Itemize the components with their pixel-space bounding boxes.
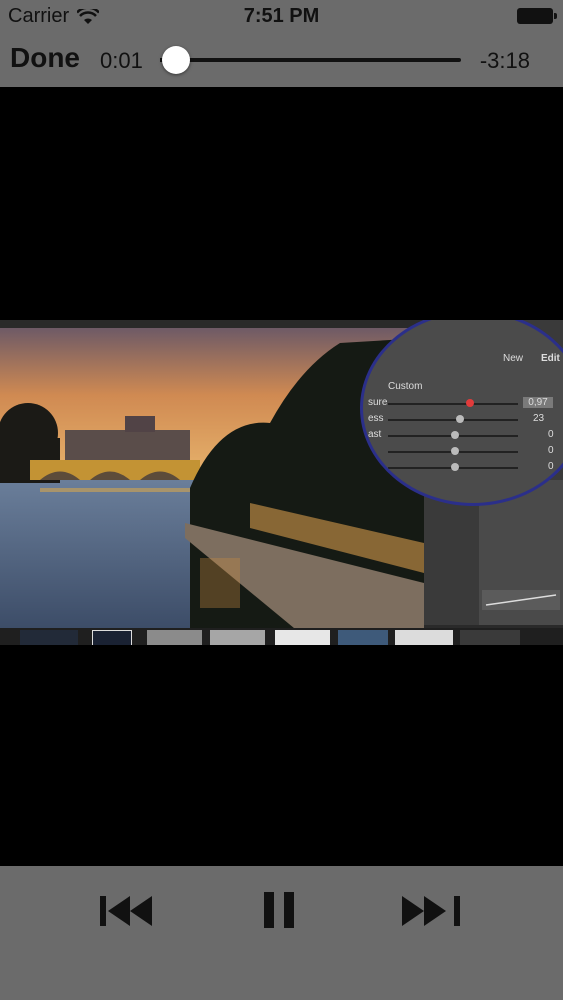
scrubber-thumb[interactable] [162, 46, 190, 74]
slider-label-2: ast [368, 429, 382, 440]
slider-value-0: 0,97 [523, 397, 553, 408]
clock: 7:51 PM [243, 5, 320, 27]
preset-label: Custom [388, 381, 423, 392]
film-thumb [395, 630, 453, 645]
pause-icon[interactable] [262, 892, 296, 928]
new-label: New [503, 353, 524, 364]
slider-knob-1[interactable] [456, 415, 464, 423]
slider-value-2: 0 [548, 429, 554, 440]
transport-bar [0, 866, 563, 1000]
film-thumb [275, 630, 330, 645]
film-thumb [338, 630, 388, 645]
slider-track-1[interactable] [388, 419, 518, 421]
slider-knob-0[interactable] [466, 399, 474, 407]
elapsed-time: 0:01 [100, 48, 143, 73]
slider-value-3: 0 [548, 445, 554, 456]
done-button[interactable]: Done [10, 42, 80, 74]
playback-header: Done 0:01 -3:18 [0, 34, 563, 87]
slider-value-4: 0 [548, 461, 554, 472]
slider-value-1: 23 [533, 413, 545, 424]
top-bar: Carrier 7:51 PM Done 0:01 -3:18 [0, 0, 563, 87]
slider-label-1: ess [368, 413, 384, 424]
paris-river-image [0, 328, 424, 633]
progress-track[interactable] [176, 58, 461, 62]
slider-track-0[interactable] [388, 403, 518, 405]
slider-knob-3[interactable] [451, 447, 459, 455]
status-bar: Carrier 7:51 PM [0, 0, 563, 34]
video-frame[interactable]: New Edit Custom sure 0,97 ess 23 ast 0 n… [0, 320, 563, 645]
slider-knob-4[interactable] [451, 463, 459, 471]
film-thumb [210, 630, 265, 645]
previous-track-icon[interactable] [100, 896, 160, 926]
video-photo [0, 328, 424, 633]
film-thumb [147, 630, 202, 645]
slider-label-0: sure [368, 397, 388, 408]
film-thumb [92, 630, 132, 645]
film-thumb [460, 630, 520, 645]
battery-icon [517, 8, 557, 24]
edit-label: Edit [541, 353, 560, 364]
remaining-time: -3:18 [479, 48, 530, 73]
filmstrip [0, 628, 563, 645]
film-thumb [20, 630, 78, 645]
next-track-icon[interactable] [402, 896, 462, 926]
slider-knob-2[interactable] [451, 431, 459, 439]
slider-label-3: n [368, 445, 374, 456]
